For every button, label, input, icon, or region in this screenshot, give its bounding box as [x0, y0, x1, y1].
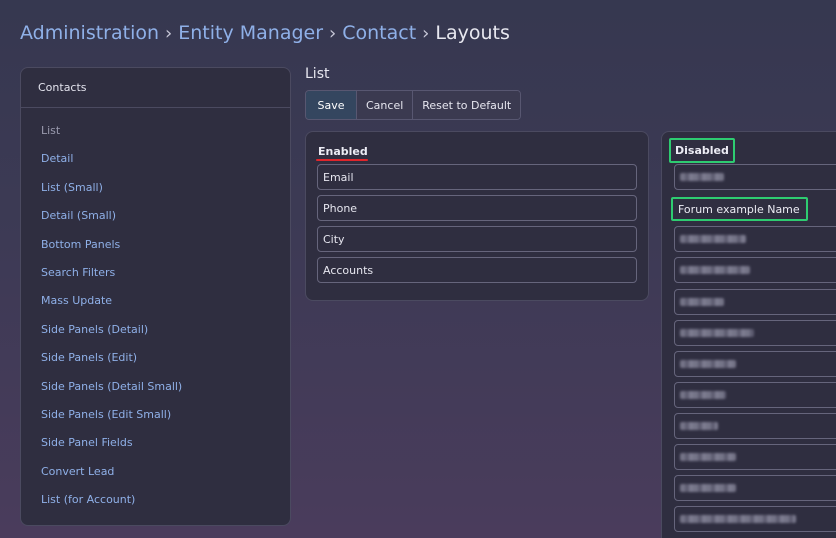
sidebar-item-detail[interactable]: Detail — [41, 152, 182, 180]
disabled-field-blurred[interactable] — [674, 164, 836, 190]
disabled-field-blurred[interactable] — [674, 475, 836, 501]
breadcrumb-separator: › — [165, 22, 173, 44]
disabled-fields-panel: Disabled Forum example Name — [661, 131, 836, 538]
blurred-text — [680, 391, 726, 399]
breadcrumb: Administration › Entity Manager › Contac… — [20, 22, 510, 44]
sidebar-list: List Detail List (Small) Detail (Small) … — [41, 124, 182, 521]
sidebar-item-bottom-panels[interactable]: Bottom Panels — [41, 238, 182, 266]
sidebar-item-list-for-account[interactable]: List (for Account) — [41, 493, 182, 521]
blurred-text — [680, 515, 796, 523]
disabled-field-blurred[interactable] — [674, 506, 836, 532]
sidebar-item-mass-update[interactable]: Mass Update — [41, 294, 182, 322]
sidebar-item-convert-lead[interactable]: Convert Lead — [41, 465, 182, 493]
breadcrumb-contact[interactable]: Contact — [342, 22, 416, 44]
reset-to-default-button[interactable]: Reset to Default — [413, 91, 521, 119]
disabled-field-blurred[interactable] — [674, 226, 836, 252]
disabled-field-blurred[interactable] — [674, 413, 836, 439]
disabled-field-blurred[interactable] — [674, 257, 836, 283]
sidebar-item-list-small[interactable]: List (Small) — [41, 181, 182, 209]
enabled-fields-panel: Enabled Email Phone City Accounts — [305, 131, 649, 301]
blurred-text — [680, 298, 724, 306]
sidebar-item-list[interactable]: List — [41, 124, 182, 152]
blurred-text — [680, 235, 746, 243]
breadcrumb-current: Layouts — [435, 22, 510, 44]
sidebar-item-detail-small[interactable]: Detail (Small) — [41, 209, 182, 237]
disabled-label: Disabled — [669, 138, 735, 163]
sidebar-title: Contacts — [21, 68, 290, 108]
blurred-text — [680, 484, 736, 492]
layout-button-group: Save Cancel Reset to Default — [305, 90, 522, 120]
sidebar-item-side-panel-fields[interactable]: Side Panel Fields — [41, 436, 182, 464]
breadcrumb-separator: › — [329, 22, 337, 44]
disabled-field-blurred[interactable] — [674, 444, 836, 470]
layout-sidebar: Contacts List Detail List (Small) Detail… — [20, 67, 291, 526]
breadcrumb-entity-manager[interactable]: Entity Manager — [178, 22, 323, 44]
blurred-text — [680, 329, 754, 337]
cancel-button[interactable]: Cancel — [357, 91, 414, 119]
blurred-text — [680, 453, 736, 461]
disabled-field-blurred[interactable] — [674, 289, 836, 315]
sidebar-item-search-filters[interactable]: Search Filters — [41, 266, 182, 294]
enabled-field-email[interactable]: Email — [317, 164, 637, 190]
blurred-text — [680, 266, 750, 274]
sidebar-item-side-panels-detail-small[interactable]: Side Panels (Detail Small) — [41, 380, 182, 408]
enabled-field-accounts[interactable]: Accounts — [317, 257, 637, 283]
blurred-text — [680, 173, 724, 181]
disabled-field-blurred[interactable] — [674, 320, 836, 346]
sidebar-item-side-panels-edit[interactable]: Side Panels (Edit) — [41, 351, 182, 379]
disabled-field-blurred[interactable] — [674, 382, 836, 408]
disabled-field-forum-example-name[interactable]: Forum example Name — [671, 197, 808, 221]
enabled-field-phone[interactable]: Phone — [317, 195, 637, 221]
sidebar-item-side-panels-detail[interactable]: Side Panels (Detail) — [41, 323, 182, 351]
enabled-underline-annotation — [316, 159, 368, 161]
breadcrumb-separator: › — [422, 22, 430, 44]
sidebar-item-side-panels-edit-small[interactable]: Side Panels (Edit Small) — [41, 408, 182, 436]
enabled-field-city[interactable]: City — [317, 226, 637, 252]
save-button[interactable]: Save — [306, 91, 357, 119]
enabled-label: Enabled — [318, 145, 368, 158]
disabled-field-blurred[interactable] — [674, 351, 836, 377]
blurred-text — [680, 360, 736, 368]
layout-title: List — [305, 66, 330, 82]
blurred-text — [680, 422, 718, 430]
breadcrumb-administration[interactable]: Administration — [20, 22, 159, 44]
